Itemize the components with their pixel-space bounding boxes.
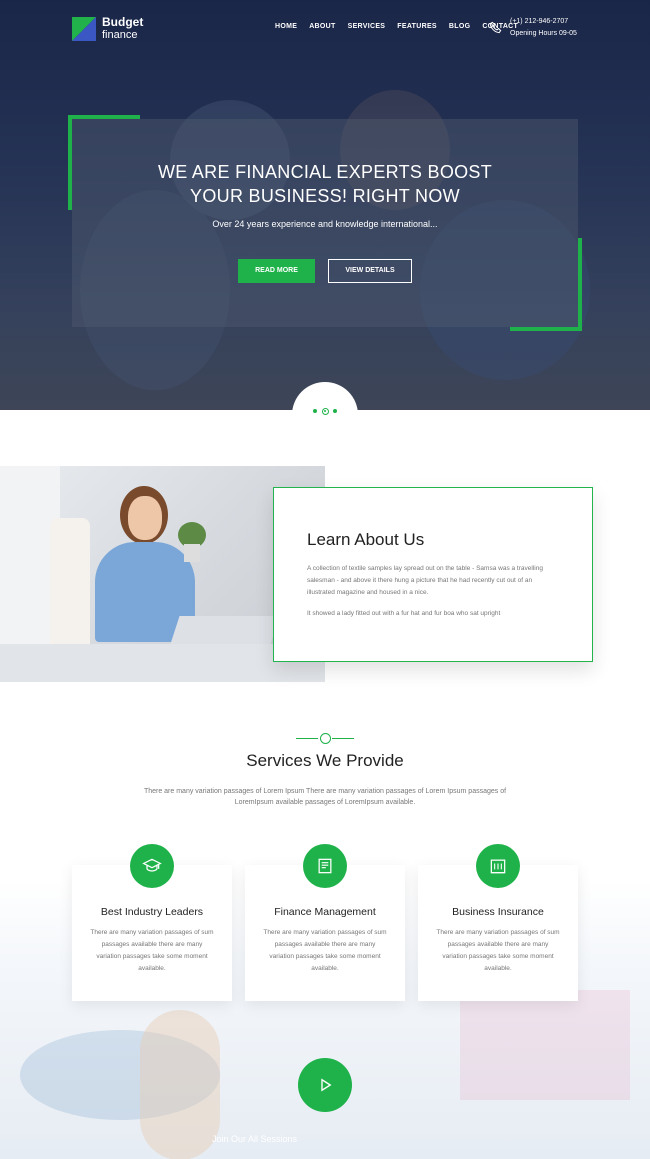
hero-title-line-2: YOUR BUSINESS! RIGHT NOW (190, 186, 460, 206)
scroll-dots-icon (313, 406, 337, 416)
service-title-3: Business Insurance (452, 906, 544, 918)
contact-hours: Opening Hours 09-05 (510, 30, 577, 37)
service-text-1: There are many variation passages of sum… (90, 929, 214, 972)
services-intro: There are many variation passages of Lor… (143, 788, 507, 806)
read-more-button[interactable]: READ MORE (238, 259, 315, 283)
nav-item-home[interactable]: HOME (275, 23, 297, 30)
phone-icon (489, 21, 502, 34)
building-icon (476, 844, 520, 888)
about-paragraph-2: It showed a lady fitted out with a fur h… (307, 610, 501, 617)
about-title: Learn About Us (307, 530, 425, 549)
document-stack-icon (303, 844, 347, 888)
hero-title-line-1: WE ARE FINANCIAL EXPERTS BOOST (157, 162, 493, 182)
nav-item-blog[interactable]: BLOG (449, 23, 470, 30)
divider-line-left (296, 738, 318, 739)
video-caption: Join Our All Sessions (212, 1134, 298, 1144)
brand-name: Budget (102, 15, 144, 29)
contact-phone[interactable]: (+1) 212-946-2707 (510, 16, 577, 28)
service-text-3: There are many variation passages of sum… (436, 929, 560, 972)
brand-logo[interactable]: Budget finance (72, 16, 143, 42)
service-text-2: There are many variation passages of sum… (263, 929, 387, 972)
brand-tagline: finance (102, 29, 138, 41)
service-title-2: Finance Management (274, 906, 376, 918)
hero-frame-corner-bottom-right (510, 238, 582, 331)
divider-circle-icon (320, 733, 331, 744)
hero-subtitle: Over 24 years experience and knowledge i… (212, 219, 438, 229)
play-video-button[interactable] (298, 1058, 352, 1112)
nav-item-features[interactable]: FEATURES (397, 23, 437, 30)
services-title: Services We Provide (246, 751, 404, 770)
logo-mark-icon (72, 17, 96, 41)
divider-line-right (332, 738, 354, 739)
graduation-cap-icon (130, 844, 174, 888)
hero-section: Budget finance HOME ABOUT SERVICES FEATU… (0, 0, 650, 410)
nav-item-about[interactable]: ABOUT (309, 23, 335, 30)
service-title-1: Best Industry Leaders (100, 906, 204, 918)
play-icon (321, 1078, 332, 1092)
view-details-button[interactable]: VIEW DETAILS (328, 259, 412, 283)
hero-title: WE ARE FINANCIAL EXPERTS BOOST YOUR BUSI… (130, 160, 520, 208)
nav-item-services[interactable]: SERVICES (348, 23, 386, 30)
about-paragraph-1: A collection of textile samples lay spre… (307, 565, 543, 596)
header-contact: (+1) 212-946-2707 Opening Hours 09-05 (488, 16, 577, 40)
